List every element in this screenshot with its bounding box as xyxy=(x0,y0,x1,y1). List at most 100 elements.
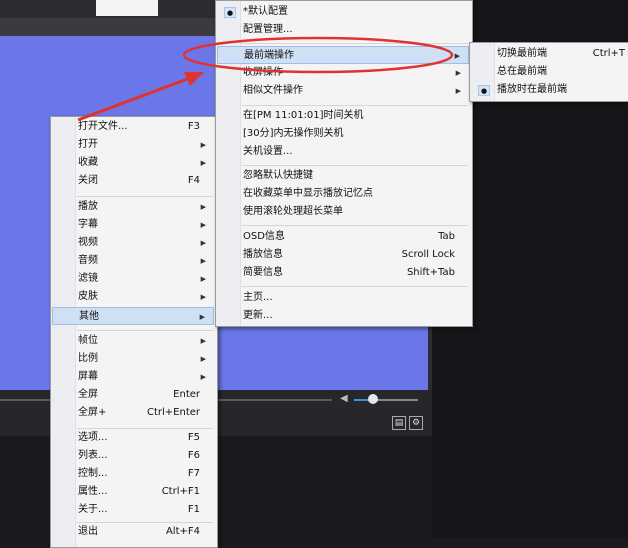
context-menu-item-17[interactable]: 列表... F6 xyxy=(52,447,214,465)
bullet-icon: ● xyxy=(478,85,490,96)
other-submenu-item-9[interactable]: 在收藏菜单中显示播放记忆点 xyxy=(217,185,469,203)
other-submenu-item-label: 在收藏菜单中显示播放记忆点 xyxy=(243,188,373,199)
context-menu-item-label: 属性... xyxy=(78,486,108,497)
context-menu-item-shortcut: F6 xyxy=(187,450,200,461)
speaker-icon[interactable]: ◀ xyxy=(340,393,348,404)
other-submenu-item-label: 相似文件操作 xyxy=(243,85,303,96)
topmost-submenu-item-1[interactable]: 总在最前端 xyxy=(471,63,628,81)
context-menu-item-label: 全屏 xyxy=(78,389,98,400)
context-menu-item-label: 滤镜 xyxy=(78,273,98,284)
other-submenu-item-label: 主页... xyxy=(243,292,273,303)
context-menu-item-label: 关闭 xyxy=(78,175,98,186)
context-menu-item-7[interactable]: 音频 ▶ xyxy=(52,252,214,270)
triangle-right-icon: ▶ xyxy=(200,221,206,229)
context-menu-item-19[interactable]: 属性... Ctrl+F1 xyxy=(52,483,214,501)
other-submenu-item-label: *默认配置 xyxy=(243,6,288,17)
other-submenu-item-6[interactable]: [30分]内无操作则关机 xyxy=(217,125,469,143)
menu-separator xyxy=(77,196,213,197)
menu-separator xyxy=(242,225,468,226)
other-submenu-item-14[interactable]: 主页... xyxy=(217,289,469,307)
bullet-icon: ● xyxy=(224,7,236,18)
context-menu-item-label: 其他 xyxy=(79,311,99,322)
context-menu-item-6[interactable]: 视频 ▶ xyxy=(52,234,214,252)
context-menu-item-label: 字幕 xyxy=(78,219,98,230)
playlist-icon[interactable]: ▤ xyxy=(392,416,406,430)
context-menu-item-label: 关于... xyxy=(78,504,108,515)
context-menu: 打开文件... F3 打开 ▶ 收藏 ▶ 关闭 F4 播放 ▶ 字幕 ▶ 视频 ▶ 音频 ▶ 滤镜 ▶ 皮肤 ▶ 其他 ▶… xyxy=(50,116,218,548)
context-menu-item-label: 退出 xyxy=(78,526,98,537)
context-menu-item-label: 选项... xyxy=(78,432,108,443)
gear-icon[interactable]: ⚙ xyxy=(409,416,423,430)
topmost-submenu-item-label: 播放时在最前端 xyxy=(497,84,567,95)
context-menu-item-shortcut: Alt+F4 xyxy=(165,526,200,537)
context-menu-item-label: 控制... xyxy=(78,468,108,479)
other-submenu-item-2[interactable]: 最前端操作 ▶ xyxy=(217,46,469,64)
triangle-right-icon: ▶ xyxy=(454,52,460,60)
other-submenu-item-4[interactable]: 相似文件操作 ▶ xyxy=(217,82,469,100)
other-submenu-item-label: 配置管理... xyxy=(243,24,293,35)
context-menu-item-label: 视频 xyxy=(78,237,98,248)
triangle-right-icon: ▶ xyxy=(200,141,206,149)
context-menu-item-shortcut: F1 xyxy=(187,504,200,515)
triangle-right-icon: ▶ xyxy=(200,203,206,211)
context-menu-item-label: 打开文件... xyxy=(78,121,128,132)
other-submenu-item-0[interactable]: ● *默认配置 xyxy=(217,3,469,21)
other-submenu-item-11[interactable]: OSD信息 Tab xyxy=(217,228,469,246)
volume-slider[interactable] xyxy=(354,399,418,401)
triangle-right-icon: ▶ xyxy=(200,275,206,283)
other-submenu: ● *默认配置 配置管理... 最前端操作 ▶ 收屏操作 ▶ 相似文件操作 ▶ 在[PM 11:0… xyxy=(215,0,473,327)
menu-separator xyxy=(242,43,468,44)
menu-separator xyxy=(242,286,468,287)
context-menu-item-3[interactable]: 关闭 F4 xyxy=(52,172,214,190)
menu-separator xyxy=(242,105,468,106)
context-menu-item-8[interactable]: 滤镜 ▶ xyxy=(52,270,214,288)
other-submenu-item-label: 播放信息 xyxy=(243,249,283,260)
triangle-right-icon: ▶ xyxy=(200,239,206,247)
context-menu-item-21[interactable]: 退出 Alt+F4 xyxy=(52,523,214,541)
context-menu-item-4[interactable]: 播放 ▶ xyxy=(52,198,214,216)
context-menu-item-0[interactable]: 打开文件... F3 xyxy=(52,118,214,136)
other-submenu-item-15[interactable]: 更新... xyxy=(217,307,469,325)
context-menu-item-18[interactable]: 控制... F7 xyxy=(52,465,214,483)
context-menu-item-label: 帧位 xyxy=(78,335,98,346)
context-menu-item-15[interactable]: 全屏+ Ctrl+Enter xyxy=(52,404,214,422)
context-menu-item-label: 打开 xyxy=(78,139,98,150)
context-menu-item-5[interactable]: 字幕 ▶ xyxy=(52,216,214,234)
context-menu-item-2[interactable]: 收藏 ▶ xyxy=(52,154,214,172)
other-submenu-item-12[interactable]: 播放信息 Scroll Lock xyxy=(217,246,469,264)
other-submenu-item-label: [30分]内无操作则关机 xyxy=(243,128,344,139)
context-menu-item-shortcut: F4 xyxy=(187,175,200,186)
other-submenu-item-shortcut: Scroll Lock xyxy=(401,249,455,260)
context-menu-item-14[interactable]: 全屏 Enter xyxy=(52,386,214,404)
context-menu-item-9[interactable]: 皮肤 ▶ xyxy=(52,288,214,306)
triangle-right-icon: ▶ xyxy=(199,313,205,321)
triangle-right-icon: ▶ xyxy=(200,355,206,363)
other-submenu-item-8[interactable]: 忽略默认快捷键 xyxy=(217,167,469,185)
other-submenu-item-label: 更新... xyxy=(243,310,273,321)
context-menu-item-13[interactable]: 屏幕 ▶ xyxy=(52,368,214,386)
context-menu-item-10[interactable]: 其他 ▶ xyxy=(52,307,214,325)
other-submenu-item-label: 最前端操作 xyxy=(244,50,294,61)
other-submenu-item-1[interactable]: 配置管理... xyxy=(217,21,469,39)
other-submenu-item-3[interactable]: 收屏操作 ▶ xyxy=(217,64,469,82)
context-menu-item-1[interactable]: 打开 ▶ xyxy=(52,136,214,154)
topmost-submenu-item-0[interactable]: 切换最前端 Ctrl+T xyxy=(471,45,628,63)
menu-separator xyxy=(242,165,468,166)
topmost-submenu-item-2[interactable]: ● 播放时在最前端 xyxy=(471,81,628,99)
context-menu-item-label: 皮肤 xyxy=(78,291,98,302)
context-menu-item-11[interactable]: 帧位 ▶ xyxy=(52,332,214,350)
volume-knob[interactable] xyxy=(368,394,378,404)
context-menu-item-12[interactable]: 比例 ▶ xyxy=(52,350,214,368)
context-menu-item-label: 全屏+ xyxy=(78,407,107,418)
other-submenu-item-7[interactable]: 关机设置... xyxy=(217,143,469,161)
other-submenu-item-5[interactable]: 在[PM 11:01:01]时间关机 xyxy=(217,107,469,125)
context-menu-item-20[interactable]: 关于... F1 xyxy=(52,501,214,519)
other-submenu-item-label: 关机设置... xyxy=(243,146,293,157)
other-submenu-item-label: OSD信息 xyxy=(243,231,285,242)
other-submenu-item-shortcut: Shift+Tab xyxy=(406,267,455,278)
other-submenu-item-13[interactable]: 简要信息 Shift+Tab xyxy=(217,264,469,282)
topmost-submenu: 切换最前端 Ctrl+T 总在最前端 ● 播放时在最前端 xyxy=(469,42,628,102)
other-submenu-item-10[interactable]: 使用滚轮处理超长菜单 xyxy=(217,203,469,221)
context-menu-item-16[interactable]: 选项... F5 xyxy=(52,429,214,447)
menu-separator xyxy=(77,330,213,331)
